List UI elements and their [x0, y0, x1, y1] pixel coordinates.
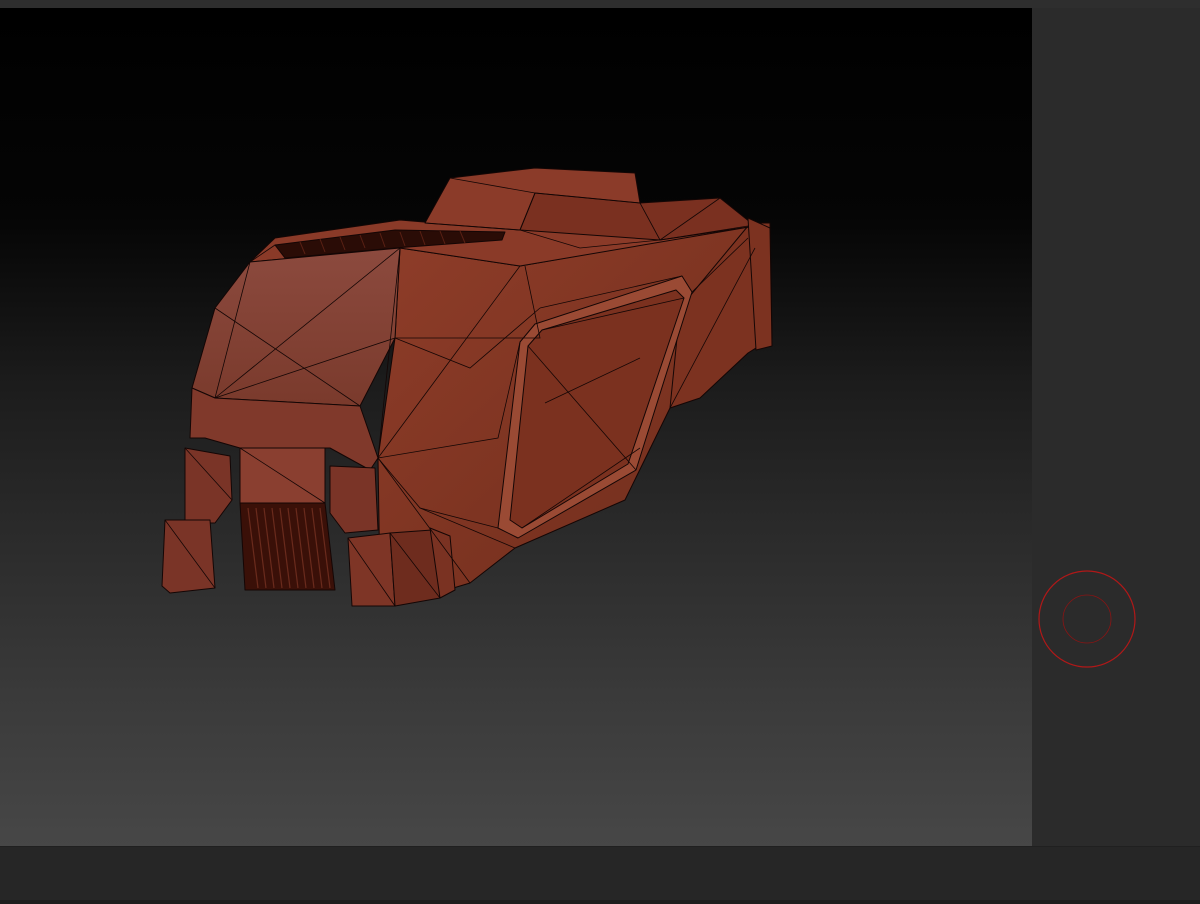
- front-left-foot: [161, 519, 216, 594]
- mesh-body: [161, 167, 773, 607]
- bottom-shelf: [0, 846, 1200, 904]
- top-bar: [0, 0, 1200, 8]
- front-right-foot: [347, 532, 396, 607]
- front-right-block: [329, 465, 379, 534]
- mesh-model[interactable]: [0, 8, 1032, 846]
- front-left-block: [184, 447, 233, 524]
- 3d-viewport[interactable]: [0, 8, 1032, 846]
- draw-size-circle-icon: [1038, 570, 1136, 668]
- sculpt-app-window: [0, 0, 1200, 904]
- hull-front: [191, 247, 401, 407]
- bottom-edge: [0, 900, 1200, 904]
- right-tray: [1032, 8, 1200, 846]
